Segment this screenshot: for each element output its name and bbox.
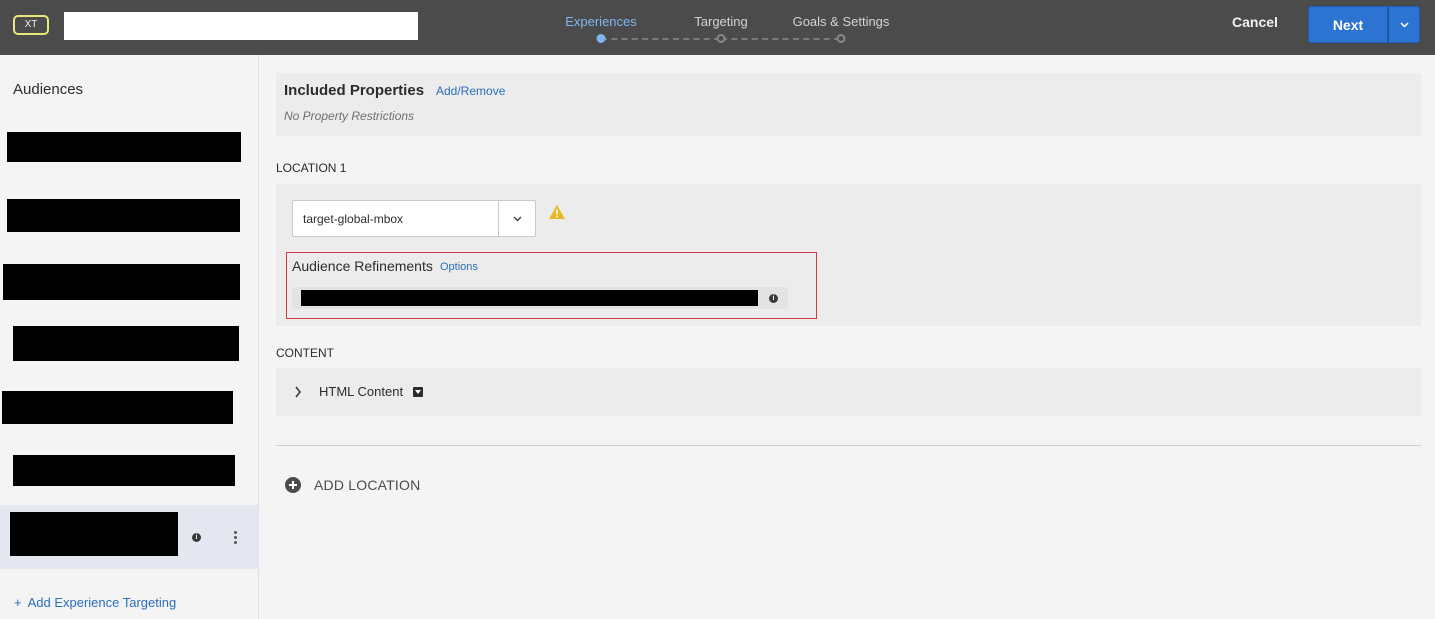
step-connector	[721, 38, 840, 40]
main-content: Included Properties Add/Remove No Proper…	[260, 55, 1435, 619]
more-options-icon[interactable]	[234, 531, 238, 545]
audience-item-redacted[interactable]	[13, 455, 235, 486]
activity-type-badge: XT	[13, 15, 49, 35]
chevron-down-icon[interactable]	[498, 201, 535, 236]
step-dot-experiences[interactable]	[596, 34, 606, 43]
cancel-button[interactable]: Cancel	[1232, 14, 1278, 30]
mbox-select[interactable]: target-global-mbox	[292, 200, 536, 237]
refinements-options-link[interactable]: Options	[440, 261, 478, 273]
add-remove-properties-link[interactable]: Add/Remove	[436, 84, 505, 98]
activity-name-input[interactable]	[64, 12, 418, 40]
step-experiences[interactable]: Experiences	[565, 14, 637, 29]
mbox-select-value: target-global-mbox	[303, 212, 404, 226]
step-goals-settings[interactable]: Goals & Settings	[793, 14, 890, 29]
audience-item-redacted[interactable]	[7, 132, 241, 162]
top-bar: XT Experiences Targeting Goals & Setting…	[0, 0, 1435, 55]
add-experience-targeting-link[interactable]: + Add Experience Targeting	[14, 595, 176, 610]
property-restrictions-text: No Property Restrictions	[284, 109, 415, 123]
sidebar-title: Audiences	[13, 81, 84, 98]
plus-icon: +	[14, 595, 22, 610]
audience-refinements-box: Audience Refinements Options i	[286, 252, 817, 319]
step-targeting[interactable]: Targeting	[694, 14, 747, 29]
audience-item-redacted[interactable]	[3, 264, 240, 300]
divider	[276, 445, 1421, 446]
add-location-button[interactable]: ADD LOCATION	[285, 477, 420, 493]
content-menu-icon[interactable]	[413, 387, 423, 397]
content-panel: HTML Content	[276, 368, 1421, 416]
add-experience-targeting-label: Add Experience Targeting	[27, 595, 177, 610]
audience-item-redacted[interactable]	[7, 199, 240, 232]
included-properties-title: Included Properties	[284, 82, 425, 99]
step-dot-targeting[interactable]	[716, 34, 726, 43]
audience-item-redacted[interactable]	[10, 512, 178, 556]
chevron-right-icon[interactable]	[294, 386, 302, 398]
included-properties-panel: Included Properties Add/Remove No Proper…	[276, 73, 1421, 136]
add-location-label: ADD LOCATION	[314, 477, 421, 493]
info-icon[interactable]: i	[192, 533, 201, 542]
step-connector	[601, 38, 720, 40]
audience-item-redacted[interactable]	[2, 391, 233, 424]
info-icon[interactable]: i	[769, 294, 778, 303]
audience-refinements-title: Audience Refinements	[292, 258, 433, 274]
step-dot-goals-settings[interactable]	[836, 34, 846, 43]
warning-icon[interactable]	[548, 204, 566, 220]
audience-item-redacted[interactable]	[13, 326, 239, 361]
location-panel: target-global-mbox Audience Refinements …	[276, 184, 1421, 326]
next-options-button[interactable]	[1388, 6, 1420, 43]
audiences-sidebar: Audiences i + Add Experience Targeting	[0, 55, 259, 619]
html-content-label[interactable]: HTML Content	[319, 384, 403, 399]
refinement-tag[interactable]: i	[292, 287, 788, 309]
redacted-refinement	[301, 290, 758, 306]
add-circle-icon	[285, 477, 301, 493]
chevron-down-icon	[1399, 21, 1409, 28]
location-label: LOCATION 1	[276, 161, 347, 175]
content-label: CONTENT	[276, 346, 334, 360]
workflow-steps: Experiences Targeting Goals & Settings	[540, 0, 920, 55]
next-button[interactable]: Next	[1308, 6, 1388, 43]
